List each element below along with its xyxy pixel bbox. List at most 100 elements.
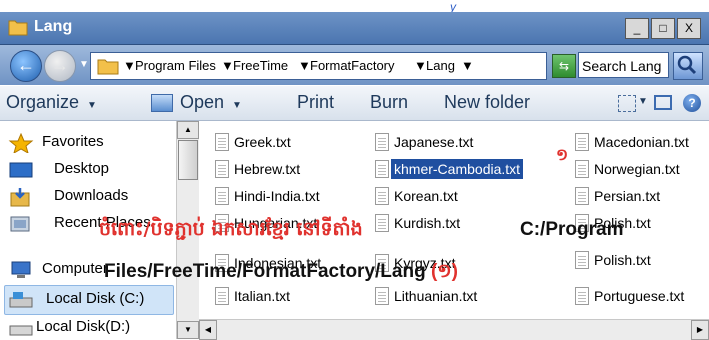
crumb-separator-icon[interactable]: ▼ <box>221 53 234 79</box>
scroll-thumb[interactable] <box>178 140 198 180</box>
address-bar: ← → ▼ ▼ Program Files ▼ FreeTime ▼ Forma… <box>0 45 709 85</box>
file-name: Persian.txt <box>594 188 661 204</box>
text-file-icon <box>215 133 229 151</box>
organize-label: Organize <box>6 92 80 112</box>
file-name: Italian.txt <box>234 288 291 304</box>
file-name: Lithuanian.txt <box>394 288 478 304</box>
close-icon: X <box>684 21 693 35</box>
annotation-khmer-text: ចំពោះ/បិទភ្ជាប់ ឯកសារខ្មែរ នៅទីតាំង <box>99 218 363 240</box>
folder-icon <box>8 20 28 36</box>
minimize-button[interactable]: _ <box>625 18 649 39</box>
explorer-window: y Lang _ □ X ← → ▼ ▼ Program Files ▼ Fre… <box>0 0 709 340</box>
forward-button[interactable]: → <box>44 50 76 82</box>
title-bar[interactable]: Lang _ □ X <box>0 12 709 45</box>
scroll-down-icon[interactable]: ▼ <box>177 321 199 339</box>
breadcrumb-freetime[interactable]: FreeTime <box>233 53 288 79</box>
address-dropdown-icon[interactable]: ▼ <box>461 53 474 79</box>
search-input[interactable]: Search Lang <box>578 52 669 78</box>
file-name: Greek.txt <box>234 134 291 150</box>
annotation-path-line1: C:/Program <box>520 219 624 240</box>
file-name: Portuguese.txt <box>594 288 685 304</box>
text-file-icon <box>575 160 589 178</box>
computer-icon <box>11 261 31 278</box>
file-name: Polish.txt <box>594 252 651 268</box>
address-box[interactable]: ▼ Program Files ▼ FreeTime ▼ FormatFacto… <box>90 52 547 80</box>
nav-label: Computer <box>42 260 108 277</box>
text-file-icon <box>215 187 229 205</box>
chevron-down-icon: ▼ <box>87 100 97 111</box>
desktop-icon <box>9 162 33 178</box>
horizontal-scrollbar[interactable]: ◀ ▶ <box>199 319 709 340</box>
file-name: Japanese.txt <box>394 134 474 150</box>
file-name: Kurdish.txt <box>394 215 461 231</box>
file-name: Norwegian.txt <box>594 161 680 177</box>
scroll-left-icon[interactable]: ◀ <box>199 320 217 340</box>
star-icon <box>8 133 34 153</box>
annotation-path-text: Files/FreeTime/FormatFactory/Lang <box>104 261 426 282</box>
crumb-separator-icon[interactable]: ▼ <box>123 53 136 79</box>
text-file-icon <box>215 160 229 178</box>
open-button[interactable]: Open ▼ <box>180 92 242 113</box>
crumb-separator-icon[interactable]: ▼ <box>414 53 427 79</box>
back-arrow-icon: ← <box>17 55 35 75</box>
refresh-button[interactable]: ⇆ <box>552 54 576 78</box>
nav-label: Desktop <box>54 160 110 177</box>
preview-pane-icon[interactable] <box>654 95 672 110</box>
maximize-button[interactable]: □ <box>651 18 675 39</box>
text-file-icon <box>575 287 589 305</box>
breadcrumb-program-files[interactable]: Program Files <box>135 53 216 79</box>
help-icon[interactable]: ? <box>683 94 701 112</box>
search-button[interactable] <box>673 52 703 80</box>
search-icon <box>677 55 697 75</box>
downloads-icon <box>10 188 30 207</box>
open-app-icon <box>151 94 173 112</box>
file-name: khmer-Cambodia.txt <box>391 159 524 179</box>
command-toolbar: Organize ▼ Open ▼ Print Burn New folder ▼ … <box>0 86 709 121</box>
nav-label: Favorites <box>42 133 104 150</box>
window-title: Lang <box>34 18 73 35</box>
folder-icon <box>97 59 119 75</box>
file-name: Hindi-India.txt <box>234 188 320 204</box>
nav-label: Downloads <box>54 187 129 204</box>
text-file-icon <box>575 133 589 151</box>
breadcrumb-formatfactory[interactable]: FormatFactory <box>310 53 395 79</box>
view-options-icon[interactable] <box>618 95 636 112</box>
burn-button[interactable]: Burn <box>370 92 408 113</box>
text-file-icon <box>375 133 389 151</box>
nav-label: Local Disk(D:) <box>36 318 131 335</box>
open-label: Open <box>180 92 225 112</box>
text-file-icon <box>375 214 389 232</box>
new-folder-button[interactable]: New folder <box>444 92 530 113</box>
recent-pages-dropdown-icon[interactable]: ▼ <box>79 59 89 70</box>
annotation-path-line2: Files/FreeTime/FormatFactory/Lang (១) <box>104 259 458 287</box>
file-name: Macedonian.txt <box>594 134 689 150</box>
scroll-right-icon[interactable]: ▶ <box>691 320 709 340</box>
text-file-icon <box>375 287 389 305</box>
maximize-icon: □ <box>659 21 667 35</box>
text-file-icon <box>575 251 589 269</box>
chevron-down-icon[interactable]: ▼ <box>638 96 648 107</box>
back-button[interactable]: ← <box>10 50 42 82</box>
file-name: Korean.txt <box>394 188 458 204</box>
nav-label: Local Disk (C:) <box>46 290 145 307</box>
close-button[interactable]: X <box>677 18 701 39</box>
scroll-up-icon[interactable]: ▲ <box>177 121 199 139</box>
drive-icon <box>9 325 33 336</box>
print-button[interactable]: Print <box>297 92 334 113</box>
text-file-icon <box>375 160 389 178</box>
drive-icon <box>9 292 33 308</box>
minimize-icon: _ <box>633 21 641 35</box>
step-marker: ១ <box>556 145 569 164</box>
organize-button[interactable]: Organize ▼ <box>6 92 97 113</box>
forward-arrow-icon: → <box>51 55 69 75</box>
text-file-icon <box>575 187 589 205</box>
breadcrumb-lang[interactable]: Lang <box>426 53 455 79</box>
recent-places-icon <box>10 216 30 232</box>
refresh-icon: ⇆ <box>558 59 570 73</box>
crumb-separator-icon[interactable]: ▼ <box>298 53 311 79</box>
file-name: Hebrew.txt <box>234 161 301 177</box>
annotation-step-number: (១) <box>430 261 459 282</box>
chevron-down-icon: ▼ <box>232 100 242 111</box>
text-file-icon <box>375 187 389 205</box>
text-file-icon <box>215 287 229 305</box>
